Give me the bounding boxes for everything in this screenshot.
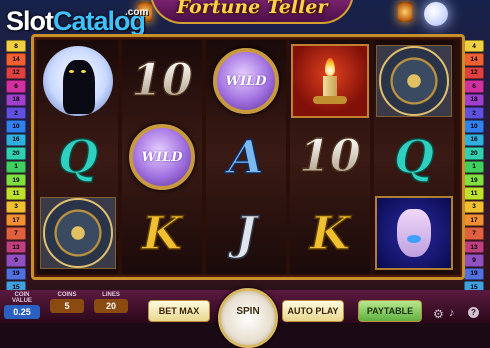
game-title: Fortune Teller: [176, 0, 328, 18]
payline-badge-left[interactable]: 6: [6, 80, 26, 93]
payline-badge-left[interactable]: 2: [6, 106, 26, 120]
payline-badge-left[interactable]: 13: [6, 240, 26, 254]
payline-badge-right[interactable]: 19: [464, 173, 484, 187]
payline-badge-right[interactable]: 3: [464, 200, 484, 214]
payline-badge-right[interactable]: 19: [464, 267, 484, 281]
symbol-cat-moon: [39, 44, 117, 118]
payline-badge-right[interactable]: 11: [464, 187, 484, 200]
symbol-zodiac-wheel: [375, 44, 453, 118]
symbol-palm: [375, 196, 453, 270]
payline-badge-left[interactable]: 12: [6, 66, 26, 80]
payline-badge-left[interactable]: 19: [6, 267, 26, 281]
moon-icon: [424, 2, 448, 26]
reel-1: Q: [38, 40, 118, 274]
payline-badge-left[interactable]: 18: [6, 93, 26, 106]
cat-moon-icon: [43, 46, 113, 116]
payline-badge-right[interactable]: 13: [464, 240, 484, 254]
payline-badge-left[interactable]: 19: [6, 173, 26, 187]
coin-value[interactable]: 0.25: [4, 305, 40, 319]
sound-icon[interactable]: ♪: [449, 307, 455, 319]
payline-badge-left[interactable]: 7: [6, 227, 26, 240]
logo-suffix: .com: [125, 7, 149, 18]
payline-badge-left[interactable]: 8: [6, 40, 26, 53]
coins-value[interactable]: 5: [50, 299, 84, 313]
reel-2: 10 WILD K: [122, 40, 202, 274]
lantern-icon: [398, 2, 412, 22]
crystal-ball-icon: WILD: [129, 124, 195, 190]
logo-main-text: Slot: [6, 6, 54, 36]
payline-badge-left[interactable]: 17: [6, 214, 26, 227]
payline-badge-right[interactable]: 18: [464, 93, 484, 106]
reel-area: Q 10 WILD K WILD A J 10 K Q: [31, 34, 465, 280]
payline-badge-right[interactable]: 7: [464, 227, 484, 240]
spin-button[interactable]: SPIN: [218, 288, 278, 348]
palm-icon: [375, 196, 453, 270]
payline-badge-right[interactable]: 20: [464, 147, 484, 160]
payline-badge-left[interactable]: 16: [6, 133, 26, 147]
payline-badge-left[interactable]: 9: [6, 254, 26, 267]
reel-4: 10 K: [290, 40, 370, 274]
payline-badge-left[interactable]: 14: [6, 53, 26, 66]
payline-badge-right[interactable]: 16: [464, 133, 484, 147]
zodiac-wheel-icon: [379, 46, 449, 116]
symbol-wild: WILD: [207, 44, 285, 118]
payline-badge-right[interactable]: 4: [464, 40, 484, 53]
candle-icon: [291, 44, 369, 118]
payline-badge-right[interactable]: 12: [464, 66, 484, 80]
payline-badge-right[interactable]: 14: [464, 53, 484, 66]
coins-display: COINS 5: [50, 292, 84, 313]
zodiac-wheel-icon: [43, 198, 113, 268]
symbol-k: K: [141, 206, 182, 260]
lines-display: LINES 20: [94, 292, 128, 313]
coin-value-display: COIN VALUE 0.25: [4, 292, 40, 319]
settings-icon[interactable]: ⚙: [433, 307, 444, 321]
paylines-right: 4 14 12 6 18 2 10 16 20 1 19 11 3 17 7 13 9 19 15: [464, 40, 484, 294]
symbol-k: K: [309, 206, 350, 260]
symbol-zodiac-wheel: [39, 196, 117, 270]
payline-badge-left[interactable]: 10: [6, 120, 26, 133]
symbol-10: 10: [299, 131, 361, 182]
symbol-a: A: [227, 130, 264, 184]
symbol-wild: WILD: [123, 120, 201, 194]
help-icon[interactable]: ?: [468, 307, 479, 318]
payline-badge-left[interactable]: 11: [6, 187, 26, 200]
paylines-left: 8 14 12 6 18 2 10 16 20 1 19 11 3 17 7 13 9 19 15: [6, 40, 26, 294]
symbol-10: 10: [131, 55, 193, 106]
payline-badge-right[interactable]: 10: [464, 120, 484, 133]
payline-badge-right[interactable]: 6: [464, 80, 484, 93]
symbol-q: Q: [57, 130, 99, 184]
auto-play-button[interactable]: AUTO PLAY: [282, 300, 344, 322]
bet-max-button[interactable]: BET MAX: [148, 300, 210, 322]
paytable-button[interactable]: PAYTABLE: [358, 300, 422, 322]
payline-badge-left[interactable]: 20: [6, 147, 26, 160]
payline-badge-right[interactable]: 2: [464, 106, 484, 120]
symbol-q: Q: [393, 130, 435, 184]
payline-badge-right[interactable]: 9: [464, 254, 484, 267]
payline-badge-left[interactable]: 3: [6, 200, 26, 214]
reel-5: Q: [374, 40, 454, 274]
reel-3: WILD A J: [206, 40, 286, 274]
payline-badge-left[interactable]: 1: [6, 160, 26, 173]
payline-badge-right[interactable]: 1: [464, 160, 484, 173]
symbol-j: J: [234, 206, 257, 260]
symbol-candle: [291, 44, 369, 118]
game-title-banner: Fortune Teller: [150, 0, 354, 24]
lines-value[interactable]: 20: [94, 299, 128, 313]
crystal-ball-icon: WILD: [213, 48, 279, 114]
payline-badge-right[interactable]: 17: [464, 214, 484, 227]
